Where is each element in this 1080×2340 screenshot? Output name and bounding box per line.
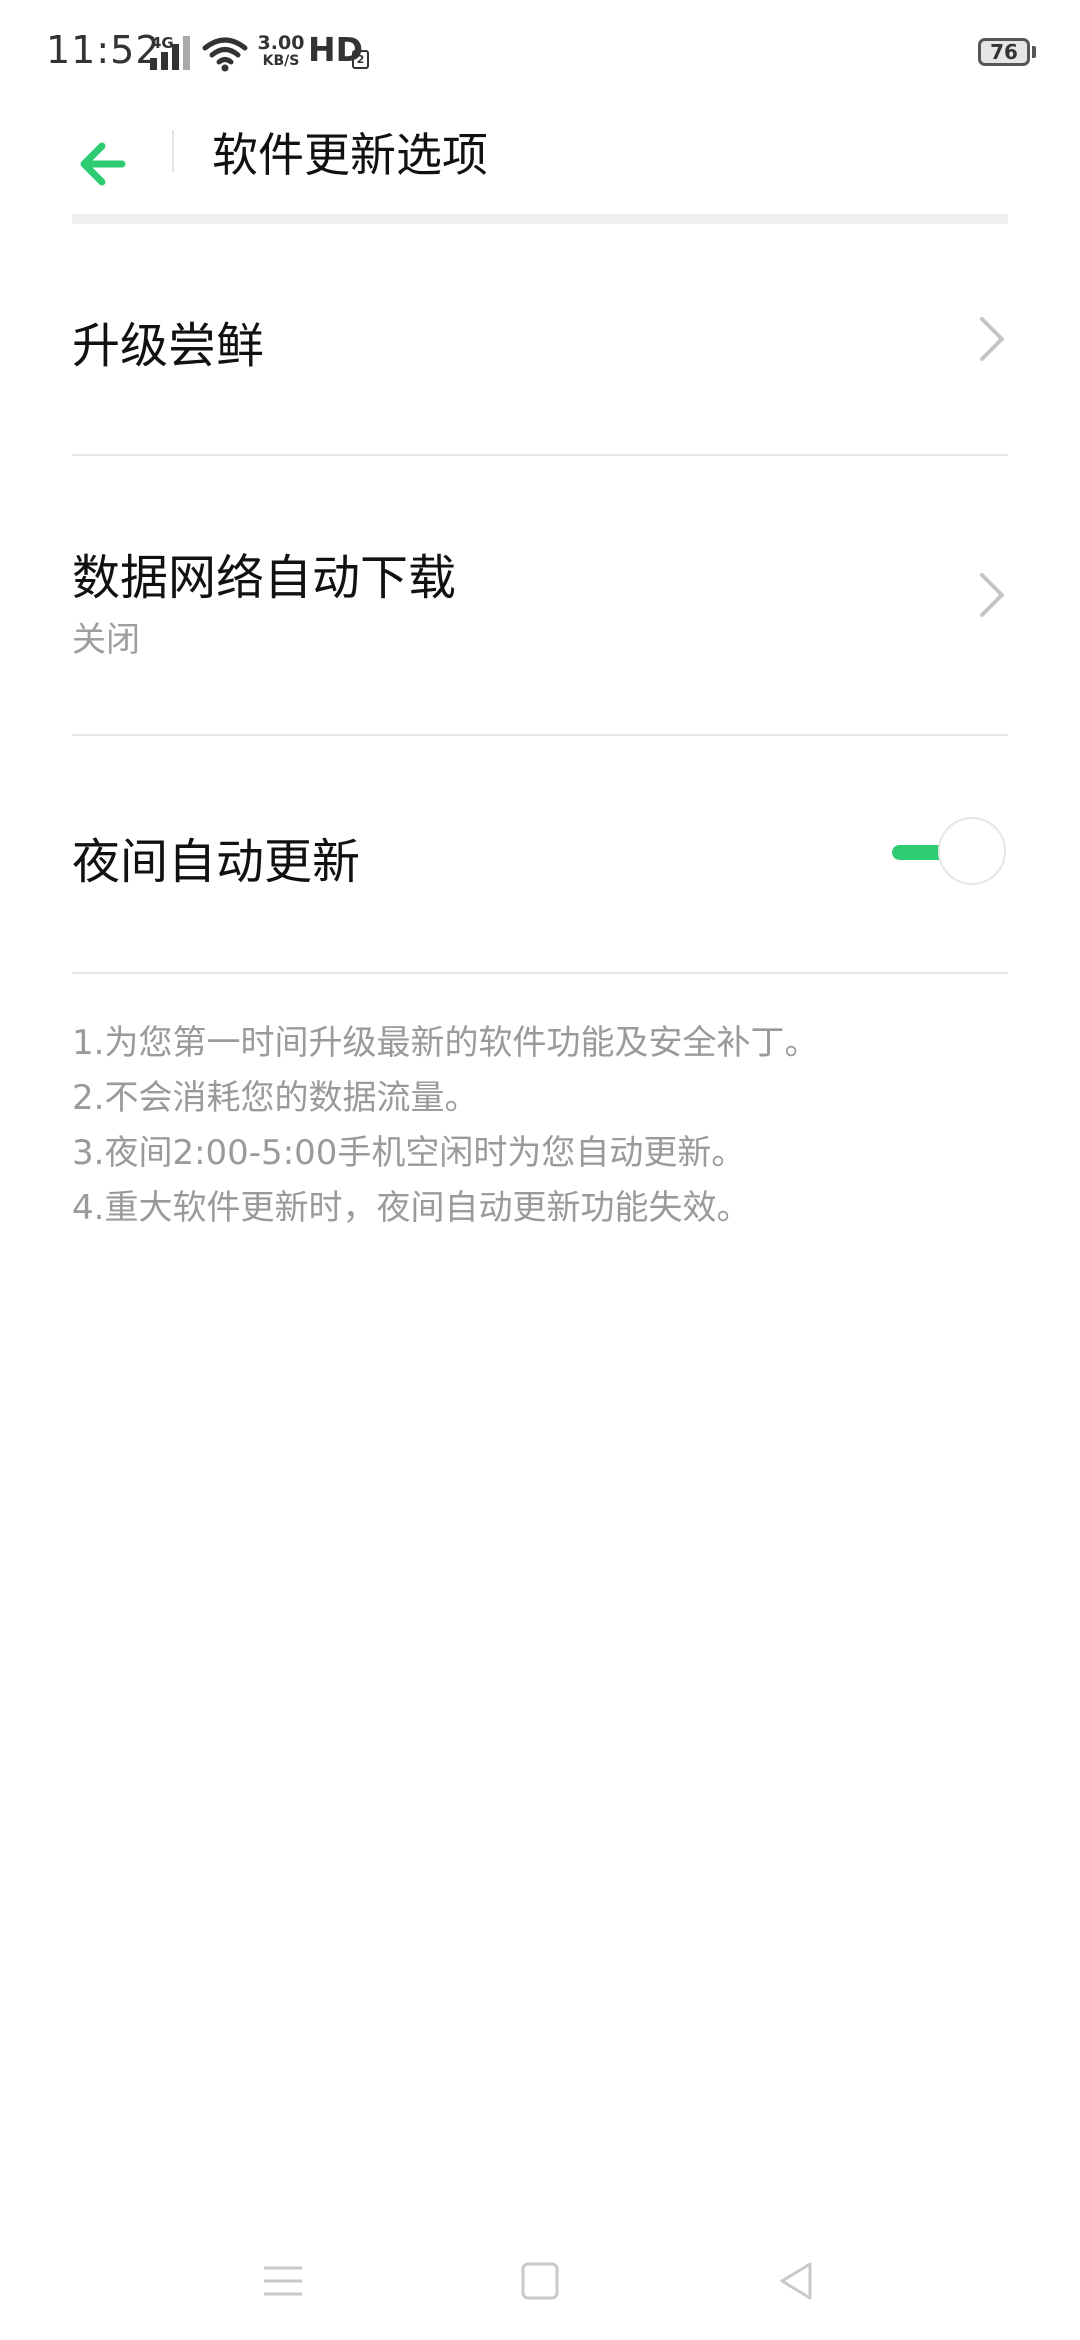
- battery-level: 76: [990, 40, 1018, 64]
- list-item-upgrade-preview[interactable]: 升级尝鲜: [72, 228, 1008, 454]
- note-line: 1.为您第一时间升级最新的软件功能及安全补丁。: [72, 1023, 819, 1063]
- note-line: 3.夜间2:00-5:00手机空闲时为您自动更新。: [72, 1133, 746, 1173]
- menu-icon[interactable]: [258, 2256, 308, 2306]
- item-title: 数据网络自动下载: [72, 550, 457, 606]
- navigation-bar: [0, 2220, 1080, 2340]
- item-title: 升级尝鲜: [72, 318, 265, 374]
- list-item-night-auto-update: 夜间自动更新: [72, 736, 1008, 972]
- notes-section: 1.为您第一时间升级最新的软件功能及安全补丁。 2.不会消耗您的数据流量。 3.…: [72, 1016, 1008, 1236]
- toggle-knob: [938, 817, 1006, 885]
- network-speed-value: 3.00: [257, 32, 305, 54]
- hd-sim-badge: 2: [352, 50, 369, 69]
- page-title: 软件更新选项: [212, 128, 488, 182]
- header-separator: [172, 130, 174, 172]
- cellular-signal-icon: [150, 36, 190, 70]
- app-header: 软件更新选项: [0, 110, 1080, 220]
- header-divider: [72, 214, 1008, 224]
- back-arrow-icon[interactable]: [72, 126, 142, 196]
- chevron-right-icon: [980, 317, 1004, 361]
- night-auto-update-toggle[interactable]: [892, 815, 1010, 889]
- status-time: 11:52: [46, 28, 161, 72]
- item-title: 夜间自动更新: [72, 834, 361, 890]
- note-line: 4.重大软件更新时，夜间自动更新功能失效。: [72, 1188, 751, 1228]
- item-subtitle: 关闭: [72, 620, 140, 660]
- battery-tip: [1032, 46, 1036, 58]
- wifi-icon: [202, 37, 248, 72]
- network-speed-unit: KB/S: [262, 53, 300, 69]
- battery-icon: 76: [978, 38, 1030, 66]
- note-line: 2.不会消耗您的数据流量。: [72, 1078, 479, 1118]
- chevron-right-icon: [980, 573, 1004, 617]
- status-bar: 11:52 4G 3.00 KB/S HD 2 76: [0, 0, 1080, 110]
- home-square-icon[interactable]: [515, 2256, 565, 2306]
- back-triangle-icon[interactable]: [772, 2256, 822, 2306]
- network-speed: 3.00 KB/S: [256, 34, 306, 70]
- list-item-mobile-data-auto-download[interactable]: 数据网络自动下载 关闭: [72, 456, 1008, 734]
- divider: [72, 972, 1008, 974]
